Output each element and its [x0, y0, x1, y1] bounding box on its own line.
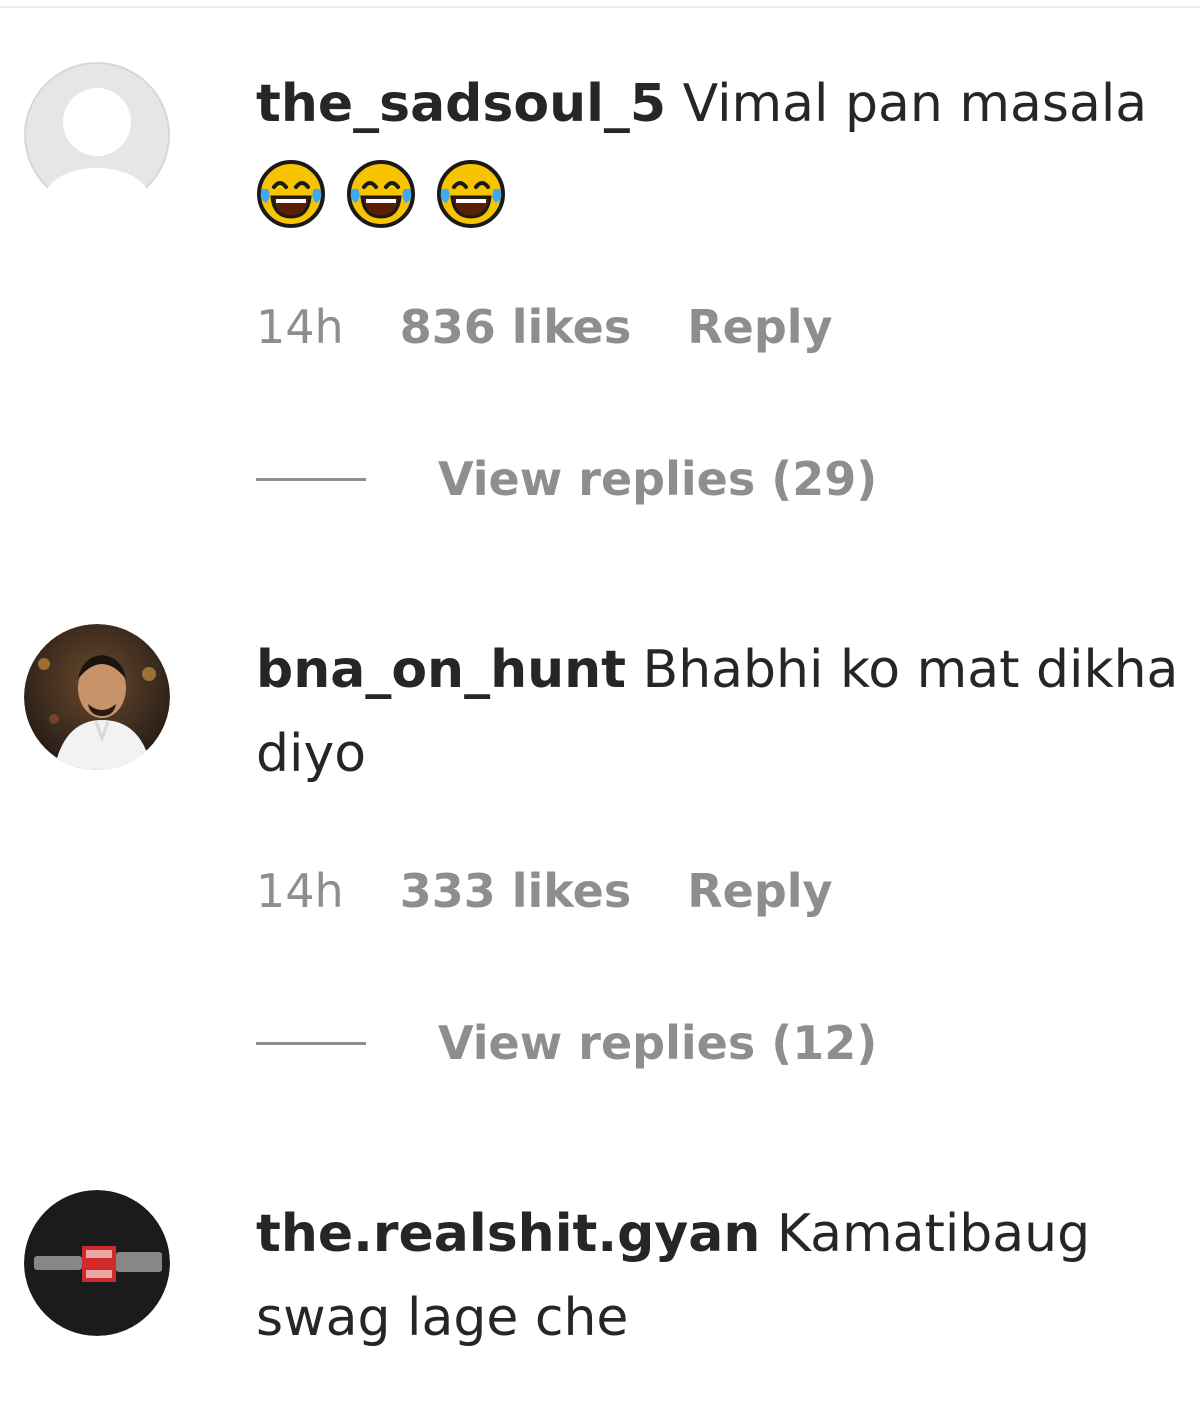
view-replies-label: View replies (12) — [438, 1016, 878, 1070]
comment-text: Vimal pan masala — [682, 74, 1148, 134]
view-replies-button[interactable]: View replies (12) — [256, 1016, 877, 1070]
comment-body: the.realshit.gyan Kamatibaug swag lage c… — [256, 1192, 1186, 1360]
comment-likes[interactable]: 836 likes — [400, 300, 632, 354]
channel-logo-icon — [24, 1190, 170, 1336]
comment-username[interactable]: the_sadsoul_5 — [256, 74, 666, 134]
profile-photo-icon — [24, 624, 170, 770]
reply-button[interactable]: Reply — [687, 300, 832, 354]
view-replies-button[interactable]: View replies (29) — [256, 452, 877, 506]
emoji-group — [256, 159, 506, 229]
laughing-tears-emoji-icon — [437, 160, 505, 228]
comment-username[interactable]: bna_on_hunt — [256, 640, 626, 700]
view-replies-label: View replies (29) — [438, 452, 878, 506]
user-silhouette-icon — [24, 62, 170, 208]
comment-username[interactable]: the.realshit.gyan — [256, 1204, 760, 1264]
user-avatar[interactable] — [24, 624, 170, 770]
replies-dash-divider — [256, 1041, 366, 1045]
top-divider — [0, 0, 1200, 8]
comment-likes[interactable]: 333 likes — [400, 864, 632, 918]
laughing-tears-emoji-icon — [257, 160, 325, 228]
default-avatar[interactable] — [24, 62, 170, 208]
comment-meta: 14h 333 likes Reply — [256, 864, 833, 918]
reply-button[interactable]: Reply — [687, 864, 832, 918]
laughing-tears-emoji-icon — [347, 160, 415, 228]
comment-timestamp[interactable]: 14h — [256, 864, 344, 918]
comment-body: bna_on_hunt Bhabhi ko mat dikha diyo — [256, 628, 1186, 796]
comment-meta: 14h 836 likes Reply — [256, 300, 833, 354]
replies-dash-divider — [256, 477, 366, 481]
comment-body: the_sadsoul_5 Vimal pan masala — [256, 62, 1186, 230]
comment-timestamp[interactable]: 14h — [256, 300, 344, 354]
user-avatar[interactable] — [24, 1190, 170, 1336]
